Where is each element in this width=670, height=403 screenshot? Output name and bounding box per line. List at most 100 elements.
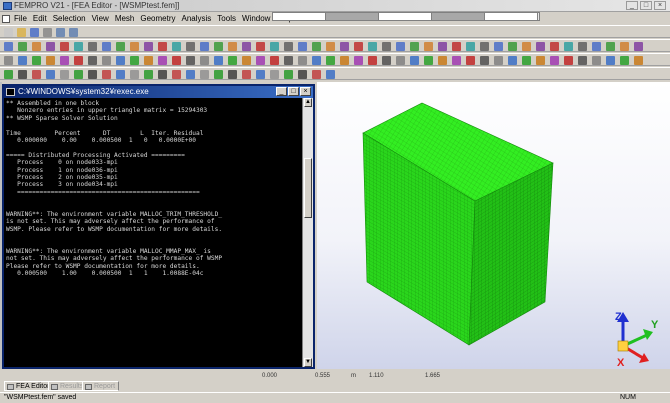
toolbar-tool-icon[interactable] bbox=[130, 70, 139, 79]
toolbar-tool-icon[interactable] bbox=[424, 56, 433, 65]
toolbar-tool-icon[interactable] bbox=[186, 56, 195, 65]
toolbar-tool-icon[interactable] bbox=[88, 70, 97, 79]
toolbar-tool-icon[interactable] bbox=[508, 56, 517, 65]
toolbar-tool-icon[interactable] bbox=[340, 42, 349, 51]
toolbar-tool-icon[interactable] bbox=[88, 56, 97, 65]
toolbar-tool-icon[interactable] bbox=[242, 56, 251, 65]
toolbar-tool-icon[interactable] bbox=[326, 70, 335, 79]
toolbar-tool-icon[interactable] bbox=[494, 42, 503, 51]
model-viewport[interactable]: Z Y X bbox=[317, 82, 670, 369]
toolbar-tool-icon[interactable] bbox=[102, 70, 111, 79]
minimize-button[interactable]: _ bbox=[626, 1, 638, 10]
console-close-button[interactable]: × bbox=[300, 87, 311, 96]
toolbar-tool-icon[interactable] bbox=[4, 56, 13, 65]
toolbar-tool-icon[interactable] bbox=[536, 42, 545, 51]
toolbar-tool-icon[interactable] bbox=[18, 56, 27, 65]
toolbar-tool-icon[interactable] bbox=[480, 42, 489, 51]
toolbar-tool-icon[interactable] bbox=[130, 42, 139, 51]
toolbar-tool-icon[interactable] bbox=[116, 56, 125, 65]
toolbar-tool-icon[interactable] bbox=[4, 42, 13, 51]
toolbar-tool-icon[interactable] bbox=[186, 70, 195, 79]
toolbar-tool-icon[interactable] bbox=[578, 56, 587, 65]
save-icon[interactable] bbox=[30, 28, 39, 37]
toolbar-tool-icon[interactable] bbox=[466, 56, 475, 65]
toolbar-tool-icon[interactable] bbox=[578, 42, 587, 51]
menu-file[interactable]: File bbox=[11, 14, 30, 23]
toolbar-tool-icon[interactable] bbox=[382, 42, 391, 51]
toolbar-tool-icon[interactable] bbox=[550, 56, 559, 65]
toolbar-tool-icon[interactable] bbox=[186, 42, 195, 51]
toolbar-tool-icon[interactable] bbox=[284, 42, 293, 51]
toolbar-tool-icon[interactable] bbox=[494, 56, 503, 65]
toolbar-tool-icon[interactable] bbox=[298, 56, 307, 65]
toolbar-tool-icon[interactable] bbox=[270, 42, 279, 51]
toolbar-tool-icon[interactable] bbox=[214, 70, 223, 79]
toolbar-tool-icon[interactable] bbox=[606, 56, 615, 65]
toolbar-tool-icon[interactable] bbox=[46, 42, 55, 51]
toolbar-tool-icon[interactable] bbox=[634, 56, 643, 65]
toolbar-tool-icon[interactable] bbox=[144, 56, 153, 65]
menu-tools[interactable]: Tools bbox=[214, 14, 239, 23]
toolbar-tool-icon[interactable] bbox=[382, 56, 391, 65]
toolbar-tool-icon[interactable] bbox=[18, 70, 27, 79]
menu-selection[interactable]: Selection bbox=[50, 14, 89, 23]
toolbar-tool-icon[interactable] bbox=[214, 42, 223, 51]
toolbar-tool-icon[interactable] bbox=[592, 42, 601, 51]
toolbar-tool-icon[interactable] bbox=[32, 70, 41, 79]
toolbar-tool-icon[interactable] bbox=[242, 42, 251, 51]
menu-edit[interactable]: Edit bbox=[30, 14, 50, 23]
toolbar-tool-icon[interactable] bbox=[130, 56, 139, 65]
toolbar-tool-icon[interactable] bbox=[256, 56, 265, 65]
toolbar-tool-icon[interactable] bbox=[158, 56, 167, 65]
close-button[interactable]: × bbox=[654, 1, 666, 10]
toolbar-tool-icon[interactable] bbox=[88, 42, 97, 51]
toolbar-tool-icon[interactable] bbox=[32, 42, 41, 51]
toolbar-tool-icon[interactable] bbox=[536, 56, 545, 65]
toolbar-tool-icon[interactable] bbox=[18, 42, 27, 51]
toolbar-tool-icon[interactable] bbox=[60, 56, 69, 65]
toolbar-tool-icon[interactable] bbox=[158, 70, 167, 79]
print-icon[interactable] bbox=[43, 28, 52, 37]
toolbar-tool-icon[interactable] bbox=[480, 56, 489, 65]
toolbar-tool-icon[interactable] bbox=[172, 70, 181, 79]
toolbar-tool-icon[interactable] bbox=[298, 42, 307, 51]
toolbar-tool-icon[interactable] bbox=[144, 42, 153, 51]
menu-window[interactable]: Window bbox=[239, 14, 273, 23]
toolbar-tool-icon[interactable] bbox=[60, 42, 69, 51]
toolbar-tool-icon[interactable] bbox=[200, 56, 209, 65]
toolbar-tool-icon[interactable] bbox=[368, 56, 377, 65]
toolbar-tool-icon[interactable] bbox=[410, 56, 419, 65]
toolbar-tool-icon[interactable] bbox=[354, 56, 363, 65]
document-icon[interactable] bbox=[2, 14, 10, 23]
scroll-down-arrow-icon[interactable]: ▼ bbox=[304, 358, 312, 367]
toolbar-tool-icon[interactable] bbox=[200, 42, 209, 51]
toolbar-tool-icon[interactable] bbox=[102, 42, 111, 51]
tab-fea-editor[interactable]: FEA Editor bbox=[4, 381, 54, 391]
toolbar-tool-icon[interactable] bbox=[284, 56, 293, 65]
toolbar-tool-icon[interactable] bbox=[396, 42, 405, 51]
toolbar-tool-icon[interactable] bbox=[46, 56, 55, 65]
open-file-icon[interactable] bbox=[17, 28, 26, 37]
console-maximize-button[interactable]: □ bbox=[288, 87, 299, 96]
toolbar-tool-icon[interactable] bbox=[228, 42, 237, 51]
toolbar-tool-icon[interactable] bbox=[396, 56, 405, 65]
toolbar-tool-icon[interactable] bbox=[172, 56, 181, 65]
toolbar-tool-icon[interactable] bbox=[564, 42, 573, 51]
toolbar-tool-icon[interactable] bbox=[256, 42, 265, 51]
toolbar-tool-icon[interactable] bbox=[144, 70, 153, 79]
toolbar-tool-icon[interactable] bbox=[438, 56, 447, 65]
toolbar-tool-icon[interactable] bbox=[354, 42, 363, 51]
console-window[interactable]: C:¥WINDOWS¥system32¥rexec.exe _ □ × ** A… bbox=[2, 84, 315, 369]
toolbar-tool-icon[interactable] bbox=[270, 70, 279, 79]
toolbar-tool-icon[interactable] bbox=[312, 42, 321, 51]
toolbar-tool-icon[interactable] bbox=[200, 70, 209, 79]
menu-view[interactable]: View bbox=[89, 14, 112, 23]
scroll-up-arrow-icon[interactable]: ▲ bbox=[304, 98, 312, 107]
undo-icon[interactable] bbox=[56, 28, 65, 37]
toolbar-tool-icon[interactable] bbox=[438, 42, 447, 51]
toolbar-tool-icon[interactable] bbox=[466, 42, 475, 51]
toolbar-tool-icon[interactable] bbox=[74, 56, 83, 65]
toolbar-tool-icon[interactable] bbox=[4, 70, 13, 79]
toolbar-tool-icon[interactable] bbox=[522, 42, 531, 51]
toolbar-tool-icon[interactable] bbox=[74, 42, 83, 51]
